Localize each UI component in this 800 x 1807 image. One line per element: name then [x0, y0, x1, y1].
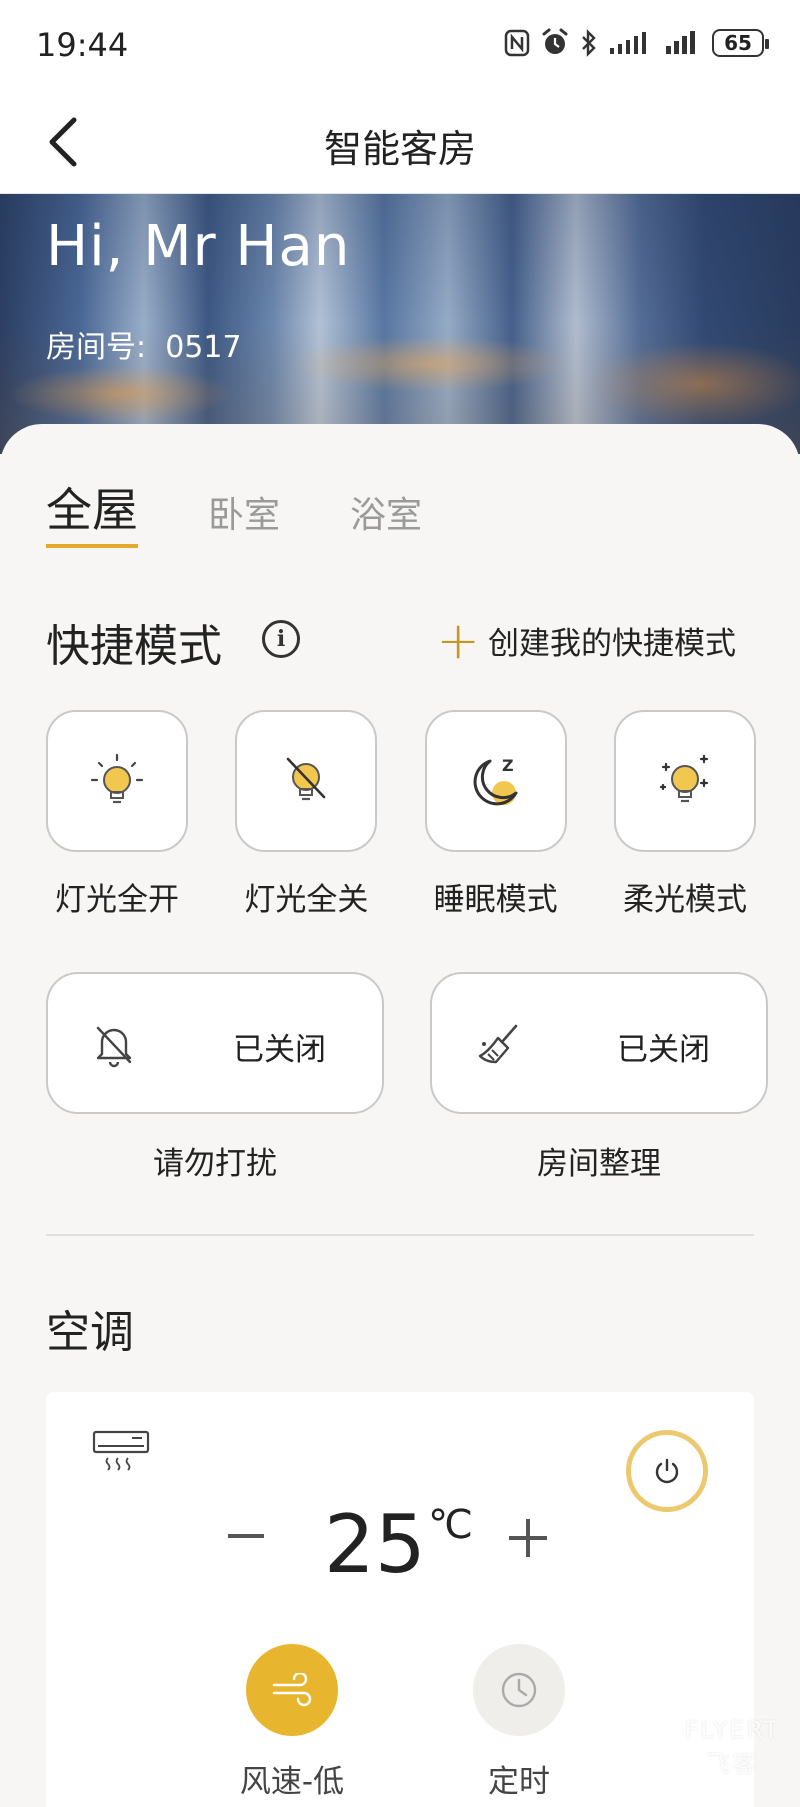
fan-speed-label: 风速-低 [239, 1764, 345, 1800]
bell-off-icon [96, 1026, 132, 1068]
bluetooth-icon [582, 29, 596, 57]
signal-icon-2 [666, 31, 695, 54]
tab-bathroom[interactable]: 浴室 [350, 486, 422, 548]
room-tabs: 全屋 卧室 浴室 [46, 474, 422, 548]
room-cleaning-status: 已关闭 [617, 1032, 710, 1068]
timer-control[interactable]: 定时 [449, 1644, 589, 1801]
temperature-decrease-button[interactable] [226, 1516, 266, 1556]
room-number-label: 房间号: [46, 330, 147, 365]
plus-icon [509, 1519, 547, 1557]
do-not-disturb: 已关闭 请勿打扰 [46, 972, 384, 1183]
timer-label: 定时 [488, 1764, 550, 1800]
watermark-line1: FLYERT [684, 1716, 780, 1744]
greeting-text: Hi, Mr Han [46, 214, 351, 279]
power-icon [655, 1458, 679, 1484]
bulb-off-icon [287, 757, 326, 801]
mode-sleep-button[interactable]: Z [424, 710, 567, 852]
room-cleaning: 已关闭 房间整理 [430, 972, 768, 1183]
temperature-increase-button[interactable] [506, 1516, 550, 1560]
create-mode-label: 创建我的快捷模式 [488, 626, 736, 662]
fan-speed-control[interactable]: 风速-低 [222, 1644, 362, 1801]
room-cleaning-label: 房间整理 [537, 1146, 661, 1182]
mode-lights-off-label: 灯光全关 [244, 882, 369, 918]
mode-lights-off-button[interactable] [235, 710, 378, 852]
nfc-icon [504, 29, 530, 57]
battery-icon: 65 [712, 29, 769, 57]
status-bar: 19:44 65 [0, 0, 800, 90]
bulb-on-icon [90, 753, 144, 804]
wind-icon [272, 1673, 312, 1707]
quick-modes-title: 快捷模式 [46, 621, 222, 672]
hero-banner: Hi, Mr Han 房间号: 0517 [0, 194, 800, 454]
main-sheet: 全屋 卧室 浴室 快捷模式 i + 创建我的快捷模式 灯光全开 灯光全关 Z 睡… [0, 424, 800, 1807]
soft-light-icon [659, 754, 709, 803]
fan-speed-button[interactable] [246, 1644, 338, 1736]
alarm-icon [542, 28, 568, 54]
service-toggle-row: 已关闭 请勿打扰 已关闭 房间整理 [46, 972, 768, 1183]
timer-button[interactable] [473, 1644, 565, 1736]
mode-lights-off[interactable]: 灯光全关 [235, 710, 378, 919]
mode-soft-light[interactable]: 柔光模式 [613, 710, 756, 919]
tab-bedroom[interactable]: 卧室 [208, 486, 280, 548]
moon-sleep-icon: Z [473, 756, 518, 806]
temperature-unit: ℃ [428, 1502, 473, 1548]
create-mode-button[interactable]: + 创建我的快捷模式 [436, 610, 736, 671]
minus-icon [228, 1534, 264, 1538]
info-icon[interactable]: i [262, 620, 300, 658]
watermark: FLYERT 飞客 [685, 1716, 780, 1779]
mode-soft-light-button[interactable] [613, 710, 756, 852]
ac-card: 25 ℃ 风速-低 定时 [46, 1392, 754, 1807]
mode-sleep-label: 睡眠模式 [433, 882, 558, 918]
do-not-disturb-toggle[interactable]: 已关闭 [46, 972, 384, 1114]
watermark-line2: 飞客 [706, 1750, 759, 1778]
air-conditioner-icon [92, 1430, 150, 1471]
mode-soft-light-label: 柔光模式 [622, 882, 747, 918]
mode-lights-on-button[interactable] [46, 710, 188, 852]
quick-mode-row: 灯光全开 灯光全关 Z 睡眠模式 柔光模式 [46, 710, 756, 919]
tab-whole-house[interactable]: 全屋 [46, 474, 138, 548]
do-not-disturb-label: 请勿打扰 [153, 1146, 277, 1182]
temperature-control: 25 ℃ [46, 1498, 754, 1598]
room-cleaning-toggle[interactable]: 已关闭 [430, 972, 768, 1114]
plus-icon: + [436, 610, 480, 671]
broom-icon [478, 1024, 518, 1064]
status-icons: 65 [504, 28, 769, 58]
clock-icon [501, 1672, 537, 1708]
status-time: 19:44 [36, 26, 129, 64]
mode-lights-on-label: 灯光全开 [55, 882, 179, 918]
room-number-line: 房间号: 0517 [46, 322, 242, 366]
page-title: 智能客房 [323, 127, 476, 171]
svg-text:Z: Z [502, 756, 514, 775]
do-not-disturb-status: 已关闭 [233, 1032, 326, 1068]
mode-sleep[interactable]: Z 睡眠模式 [424, 710, 567, 919]
nav-bar: 智能客房 [0, 90, 800, 194]
mode-lights-on[interactable]: 灯光全开 [46, 710, 188, 919]
room-number-value: 0517 [165, 330, 242, 365]
temperature-value: 25 [324, 1498, 426, 1591]
section-divider [46, 1234, 754, 1236]
signal-icon-1 [610, 32, 646, 54]
ac-title: 空调 [46, 1307, 134, 1358]
